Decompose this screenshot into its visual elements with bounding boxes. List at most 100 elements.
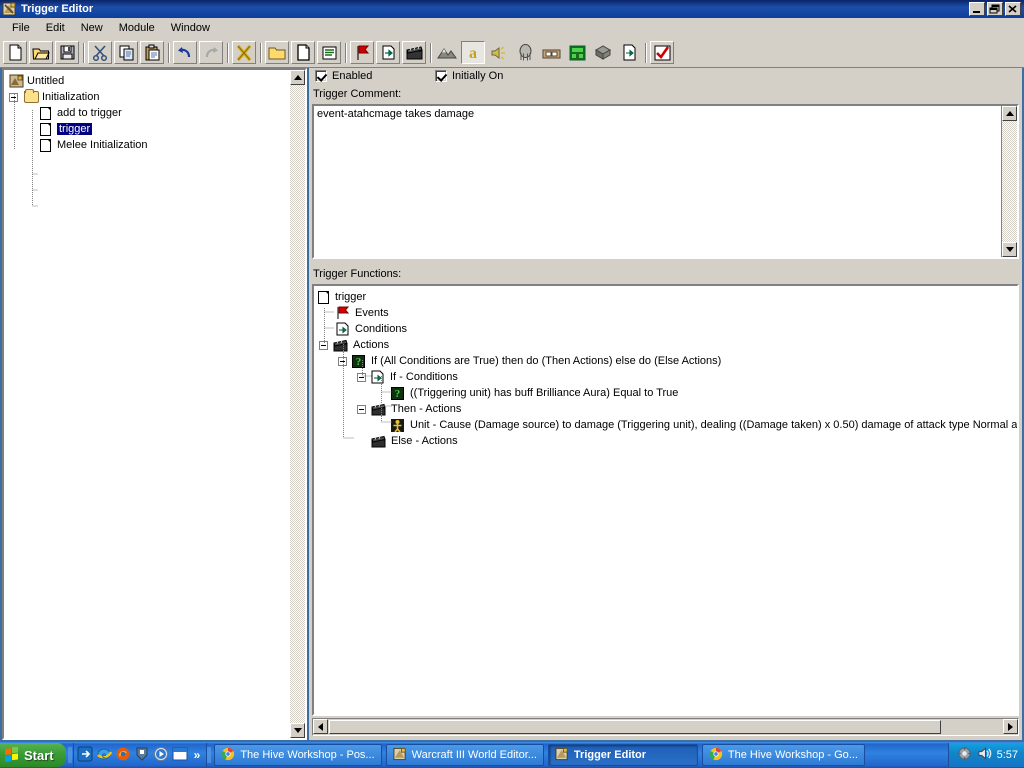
scroll-track[interactable] xyxy=(290,85,305,723)
collapse-toggle[interactable] xyxy=(357,404,366,414)
campaign-editor-icon[interactable] xyxy=(539,41,563,64)
func-node-if-conditions[interactable]: If - Conditions xyxy=(314,369,1017,385)
taskbar-grip[interactable] xyxy=(207,746,212,764)
internet-explorer-icon[interactable]: e xyxy=(96,746,112,765)
show-desktop-icon[interactable] xyxy=(77,746,93,765)
trigger-tree[interactable]: Untitled Initialization add to trigger t… xyxy=(4,70,305,738)
copy-icon[interactable] xyxy=(114,41,138,64)
redo-arrow-icon[interactable] xyxy=(199,41,223,64)
ai-editor-icon[interactable] xyxy=(565,41,589,64)
close-button[interactable] xyxy=(1005,2,1021,16)
func-node-buff-condition[interactable]: ? ((Triggering unit) has buff Brilliance… xyxy=(314,385,1017,401)
scroll-right-button[interactable] xyxy=(1003,719,1018,734)
scroll-track[interactable] xyxy=(1002,121,1017,242)
close-x-icon[interactable] xyxy=(232,41,256,64)
save-disk-icon[interactable] xyxy=(55,41,79,64)
scroll-down-button[interactable] xyxy=(290,723,305,738)
new-event-flag-icon[interactable] xyxy=(350,41,374,64)
taskbar-task-world-editor[interactable]: Warcraft III World Editor... xyxy=(385,744,544,766)
action-clapper-icon xyxy=(371,435,386,448)
terrain-editor-icon[interactable] xyxy=(435,41,459,64)
trigger-editor-a-icon[interactable]: a xyxy=(461,41,485,64)
tree-node-label: trigger xyxy=(57,123,93,135)
new-condition-icon[interactable] xyxy=(376,41,400,64)
clock[interactable]: 5:57 xyxy=(997,749,1018,761)
undo-arrow-icon[interactable] xyxy=(173,41,197,64)
chevron-double-right-icon[interactable]: » xyxy=(191,748,204,762)
utorrent-icon[interactable] xyxy=(134,746,150,765)
collapse-toggle[interactable] xyxy=(9,92,18,102)
trigger-tree-panel: Untitled Initialization add to trigger t… xyxy=(2,68,307,740)
initially-on-checkbox[interactable] xyxy=(435,70,447,82)
open-folder-icon[interactable] xyxy=(29,41,53,64)
folder-icon xyxy=(24,89,39,103)
tree-vertical-scrollbar[interactable] xyxy=(290,70,305,738)
func-node-label: Then - Actions xyxy=(391,403,462,415)
scroll-left-button[interactable] xyxy=(313,719,328,734)
object-manager-icon[interactable] xyxy=(591,41,615,64)
new-trigger-page-icon[interactable] xyxy=(291,41,315,64)
import-manager-icon[interactable] xyxy=(617,41,641,64)
menu-file[interactable]: File xyxy=(4,20,38,36)
enabled-checkbox-row[interactable]: Enabled xyxy=(315,70,372,82)
new-comment-icon[interactable] xyxy=(317,41,341,64)
sound-editor-icon[interactable] xyxy=(487,41,511,64)
menu-window[interactable]: Window xyxy=(163,20,218,36)
func-node-if-then-else[interactable]: ? If (All Conditions are True) then do (… xyxy=(314,353,1017,369)
safely-remove-hardware-icon[interactable] xyxy=(957,746,972,764)
func-node-then-actions[interactable]: Then - Actions xyxy=(314,401,1017,417)
tree-node-add-to-trigger[interactable]: add to trigger xyxy=(4,105,305,121)
object-editor-icon[interactable] xyxy=(513,41,537,64)
functions-horizontal-scrollbar[interactable] xyxy=(312,718,1019,736)
collapse-toggle[interactable] xyxy=(357,372,366,382)
scroll-thumb[interactable] xyxy=(329,720,941,734)
taskbar-task-hive-workshop-go[interactable]: The Hive Workshop - Go... xyxy=(701,744,865,766)
trigger-comment-value[interactable]: event-atahcmage takes damage xyxy=(317,108,997,120)
trigger-detail-panel: Enabled Initially On Trigger Comment: ev… xyxy=(309,68,1022,740)
scroll-down-button[interactable] xyxy=(1002,242,1017,257)
func-node-unit-damage-action[interactable]: Unit - Cause (Damage source) to damage (… xyxy=(314,417,1017,433)
scroll-up-button[interactable] xyxy=(1002,106,1017,121)
window-icon[interactable] xyxy=(172,747,188,764)
func-node-label: Events xyxy=(355,307,389,319)
new-file-icon[interactable] xyxy=(3,41,27,64)
firefox-icon[interactable] xyxy=(115,746,131,765)
func-node-else-actions[interactable]: Else - Actions xyxy=(314,433,1017,449)
tree-node-label: Initialization xyxy=(42,91,100,103)
minimize-button[interactable] xyxy=(969,2,985,16)
trigger-editor-icon xyxy=(555,747,569,764)
func-node-trigger[interactable]: trigger xyxy=(314,289,1017,305)
scroll-up-button[interactable] xyxy=(290,70,305,85)
menu-edit[interactable]: Edit xyxy=(38,20,73,36)
volume-speaker-icon[interactable] xyxy=(977,746,992,764)
if-then-else-icon: ? xyxy=(391,386,404,400)
taskbar-task-trigger-editor[interactable]: Trigger Editor xyxy=(547,744,698,766)
func-node-actions[interactable]: Actions xyxy=(314,337,1017,353)
new-category-folder-icon[interactable] xyxy=(265,41,289,64)
func-node-label: If - Conditions xyxy=(390,371,458,383)
media-player-icon[interactable] xyxy=(153,746,169,765)
test-map-check-icon[interactable] xyxy=(650,41,674,64)
svg-text:a: a xyxy=(469,45,477,61)
menu-new[interactable]: New xyxy=(73,20,111,36)
initially-on-checkbox-row[interactable]: Initially On xyxy=(435,70,503,82)
taskbar-task-hive-workshop-post[interactable]: The Hive Workshop - Pos... xyxy=(214,744,382,766)
tree-node-initialization[interactable]: Initialization xyxy=(4,89,305,105)
paste-clipboard-icon[interactable] xyxy=(140,41,164,64)
func-node-conditions[interactable]: Conditions xyxy=(314,321,1017,337)
tree-node-trigger[interactable]: trigger xyxy=(4,121,305,137)
comment-vertical-scrollbar[interactable] xyxy=(1001,106,1017,257)
tree-node-untitled[interactable]: Untitled xyxy=(4,73,305,89)
collapse-toggle[interactable] xyxy=(338,356,347,366)
collapse-toggle[interactable] xyxy=(319,340,328,350)
cut-scissors-icon[interactable] xyxy=(88,41,112,64)
trigger-functions-tree[interactable]: trigger Events Conditions Actions ? If (… xyxy=(312,284,1019,716)
start-button[interactable]: Start xyxy=(0,743,66,767)
restore-button[interactable] xyxy=(987,2,1003,16)
trigger-comment-box[interactable]: event-atahcmage takes damage xyxy=(312,104,1019,259)
menu-module[interactable]: Module xyxy=(111,20,163,36)
tree-node-melee-initialization[interactable]: Melee Initialization xyxy=(4,137,305,153)
func-node-events[interactable]: Events xyxy=(314,305,1017,321)
new-action-clapper-icon[interactable] xyxy=(402,41,426,64)
enabled-checkbox[interactable] xyxy=(315,70,327,82)
